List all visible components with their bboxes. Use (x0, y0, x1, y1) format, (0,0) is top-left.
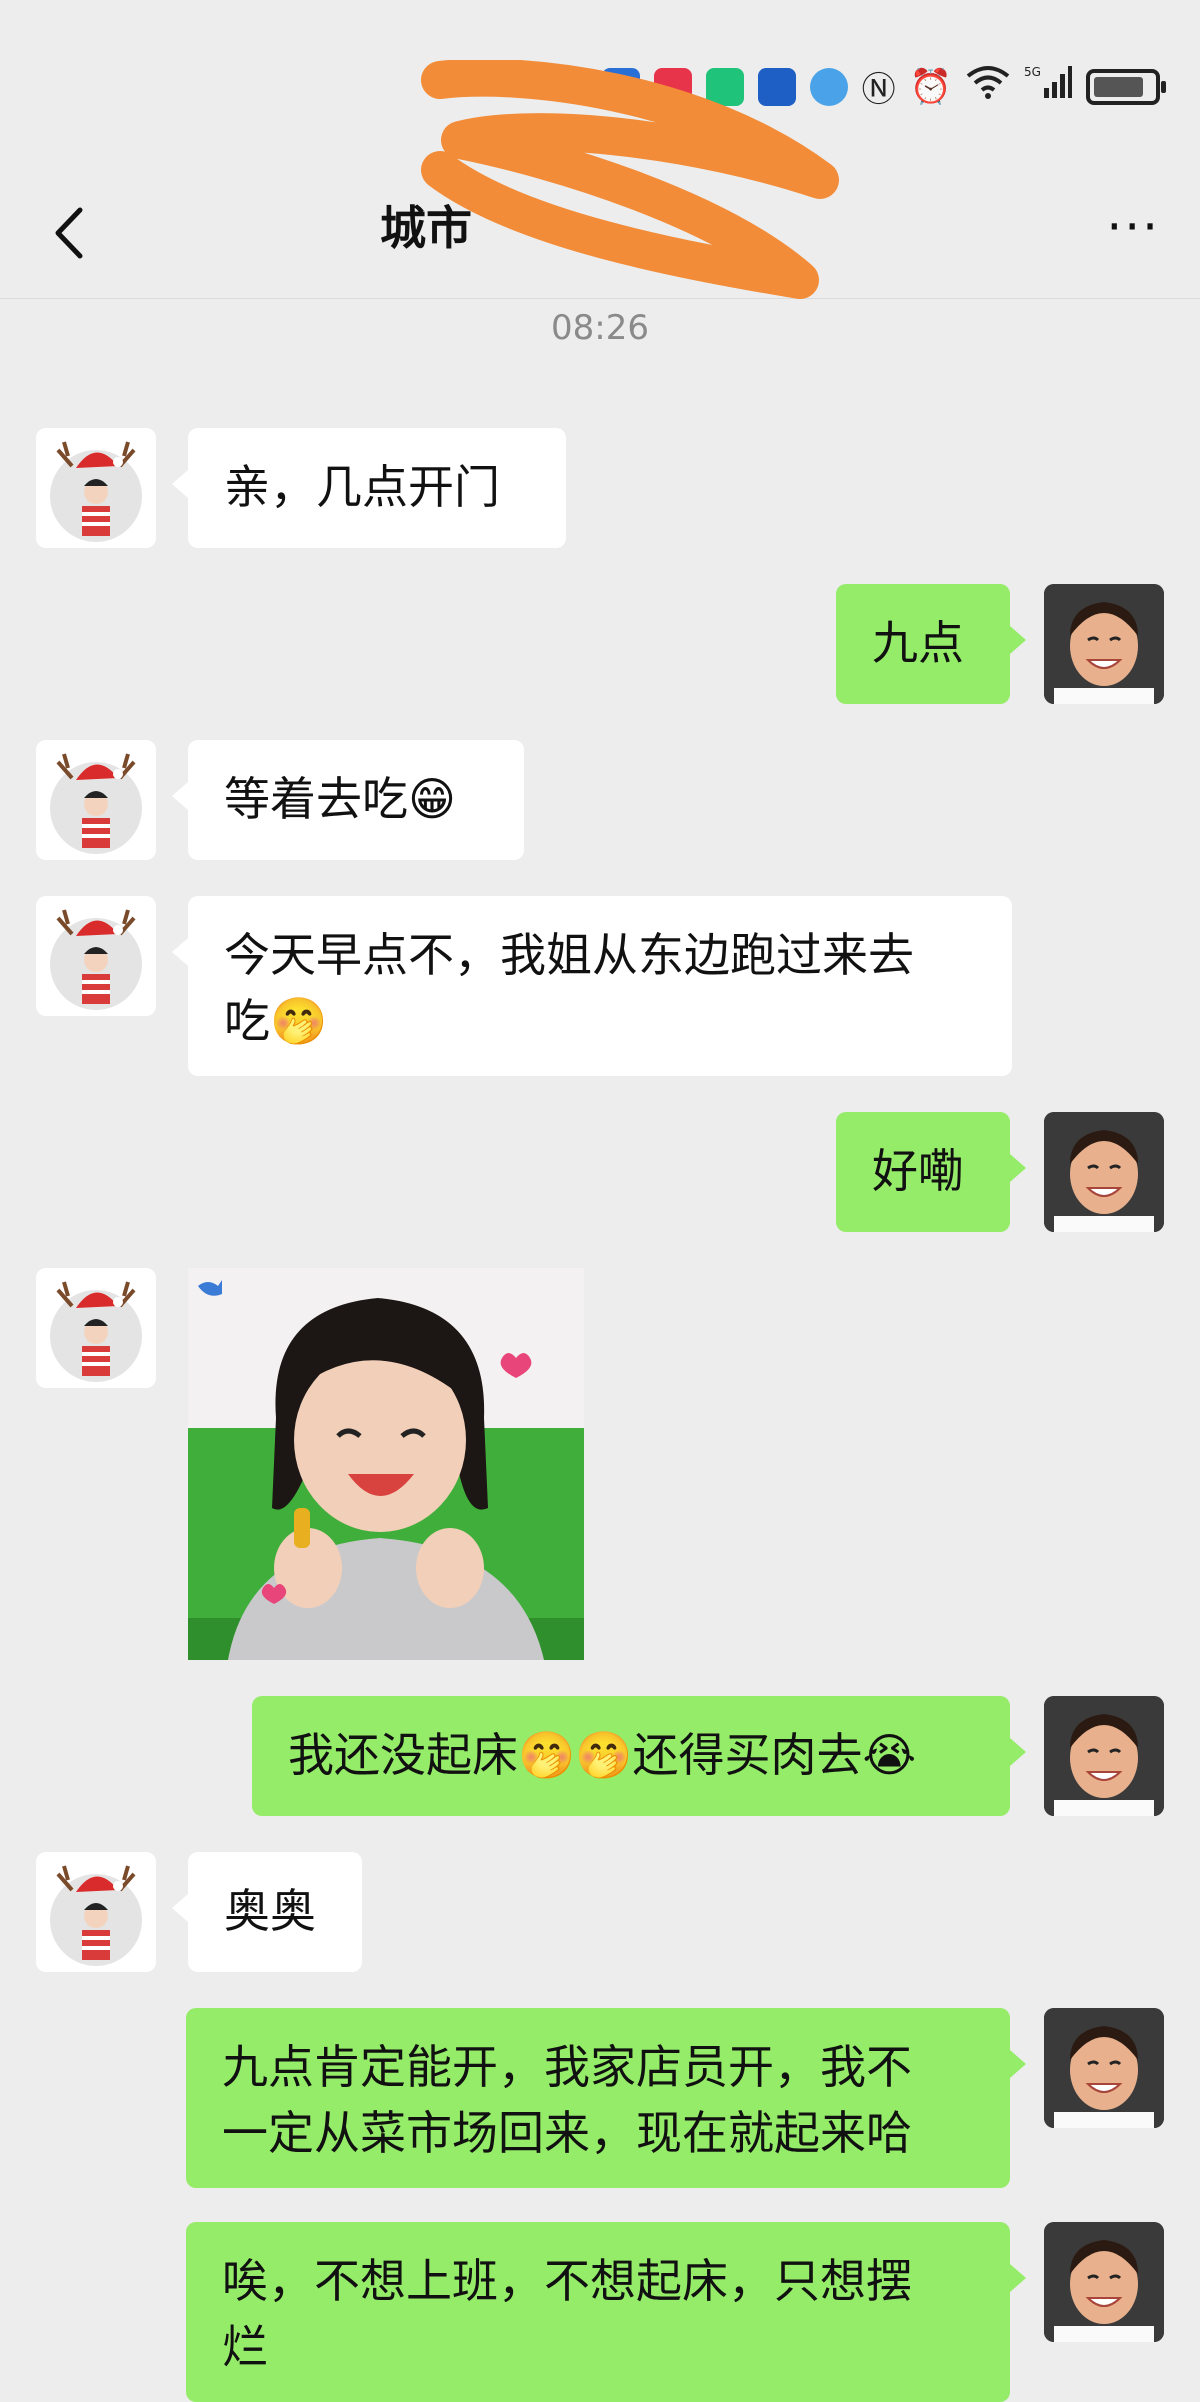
wifi-icon (966, 64, 1010, 109)
contact-avatar[interactable] (36, 896, 156, 1016)
message-bubble-outgoing[interactable]: 好嘞 (836, 1112, 1026, 1232)
message-timestamp: 08:26 (551, 308, 649, 348)
message-bubble-outgoing[interactable]: 九点 (836, 584, 1026, 704)
my-avatar[interactable] (1044, 2222, 1164, 2342)
message-text: 等着去吃😁 (224, 772, 456, 826)
alarm-icon: ⏰ (909, 66, 952, 107)
contact-avatar[interactable] (36, 1268, 156, 1388)
message-text-line: 烂 (222, 2320, 268, 2374)
message-bubble-incoming[interactable]: 等着去吃😁 (172, 740, 524, 860)
message-text-line: 今天早点不，我姐从东边跑过来去 (224, 928, 914, 982)
message-text: 我还没起床🤭🤭还得买肉去😭 (288, 1728, 917, 1782)
message-bubble-outgoing[interactable]: 唉，不想上班，不想起床，只想摆 烂 (186, 2222, 1026, 2402)
message-text-line: 一定从菜市场回来，现在就起来哈 (222, 2106, 912, 2160)
my-avatar[interactable] (1044, 584, 1164, 704)
message-bubble-incoming[interactable]: 奥奥 (172, 1852, 362, 1972)
network-type: 5G (1024, 65, 1041, 79)
more-options-button[interactable]: ··· (1106, 198, 1160, 256)
child-thumbs-up-sticker[interactable] (188, 1268, 584, 1660)
message-bubble-outgoing[interactable]: 九点肯定能开，我家店员开，我不 一定从菜市场回来，现在就起来哈 (186, 2008, 1026, 2188)
redaction-scribble (421, 60, 839, 299)
contact-avatar[interactable] (36, 428, 156, 548)
contact-avatar[interactable] (36, 740, 156, 860)
battery-level (1094, 76, 1143, 97)
contact-avatar[interactable] (36, 1852, 156, 1972)
message-text: 奥奥 (224, 1884, 316, 1938)
message-text: 好嘞 (872, 1144, 964, 1198)
message-text: 九点 (872, 616, 964, 670)
my-avatar[interactable] (1044, 1696, 1164, 1816)
battery-icon (1086, 68, 1166, 105)
back-button[interactable] (40, 198, 110, 268)
nfc-icon: Ⓝ (861, 70, 896, 110)
my-avatar[interactable] (1044, 2008, 1164, 2128)
message-bubble-incoming[interactable]: 今天早点不，我姐从东边跑过来去 吃🤭 (172, 896, 1012, 1076)
message-text-line: 吃🤭 (224, 994, 328, 1048)
message-text: 亲，几点开门 (224, 460, 500, 514)
message-text-line: 九点肯定能开，我家店员开，我不 (222, 2040, 912, 2094)
chevron-left-icon (55, 207, 83, 259)
message-text-line: 唉，不想上班，不想起床，只想摆 (222, 2254, 912, 2308)
my-avatar[interactable] (1044, 1112, 1164, 1232)
message-bubble-outgoing[interactable]: 我还没起床🤭🤭还得买肉去😭 (252, 1696, 1026, 1816)
signal-icon: 5G (1024, 64, 1072, 109)
message-bubble-incoming[interactable]: 亲，几点开门 (172, 428, 566, 548)
